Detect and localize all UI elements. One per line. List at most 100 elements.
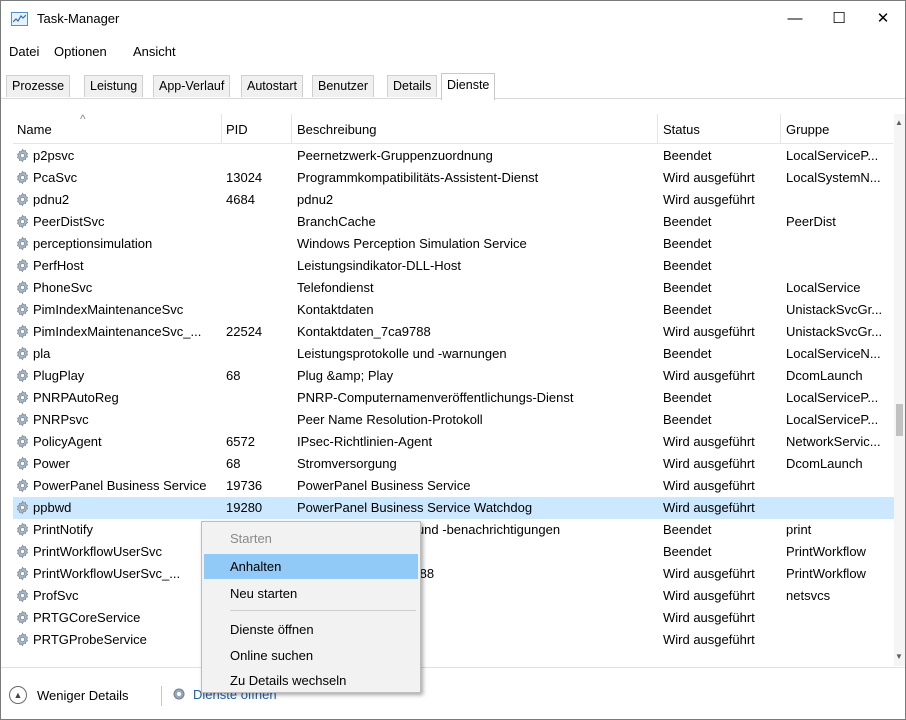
service-name: PhoneSvc [33,280,93,295]
table-row[interactable]: PlugPlay 68 Plug &amp; Play Wird ausgeführt… [13,365,897,387]
column-divider[interactable] [291,114,292,144]
gear-icon [15,500,30,515]
service-description: PowerPanel Business Service Watchdog [297,500,533,515]
service-status: Wird ausgeführt [663,192,755,207]
close-button[interactable]: ✕ [861,1,905,35]
service-group: LocalServiceP... [786,148,879,163]
column-header-pid[interactable]: PID [226,122,248,137]
menu-ansicht[interactable]: Ansicht [133,44,176,59]
table-row[interactable]: ppbwd 19280 PowerPanel Business Service Wa… [13,497,897,519]
scroll-up-icon[interactable]: ▲ [895,118,903,127]
service-status: Beendet [663,390,712,405]
service-name: pdnu2 [33,192,70,207]
scrollbar-thumb[interactable] [896,404,903,436]
vertical-scrollbar[interactable]: ▲ ▼ [894,114,905,666]
table-row[interactable]: pla Leistungsprotokolle und -warnungen Bee… [13,343,897,365]
gear-icon [15,434,30,449]
table-row[interactable]: pdnu2 4684 pdnu2 Wird ausgeführt [13,189,897,211]
column-divider[interactable] [221,114,222,144]
service-name: PrintWorkflowUserSvc_... [33,566,181,581]
ctx-stop[interactable]: Anhalten [204,554,418,579]
column-divider[interactable] [780,114,781,144]
ctx-go-to-details[interactable]: Zu Details wechseln [204,668,418,693]
service-status: Wird ausgeführt [663,456,755,471]
table-row[interactable]: PNRPAutoReg PNRP-Computernamenveröffentli… [13,387,897,409]
ctx-start[interactable]: Starten [204,526,418,551]
tab-leistung[interactable]: Leistung [84,75,144,97]
service-pid: 19280 [226,500,263,515]
tab-prozesse[interactable]: Prozesse [6,75,71,97]
menu-datei[interactable]: Datei [9,44,39,59]
tab-app-verlauf[interactable]: App-Verlauf [153,75,231,97]
service-name: PrintNotify [33,522,93,537]
table-row[interactable]: ProfSvcBenutzerprofildienstWird ausgefüh… [13,585,897,607]
service-description: BranchCache [297,214,376,229]
context-menu: Starten Anhalten Neu starten Dienste öff… [201,521,421,693]
table-row[interactable]: PcaSvc 13024 Programmkompatibilitäts-Assis… [13,167,897,189]
task-manager-window: Task-Manager — ☐ ✕ Datei Optionen Ansich… [0,0,906,720]
table-row[interactable]: PRTGProbeServicePRTG Probe ServiceWird a… [13,629,897,651]
service-description: IPsec-Richtlinien-Agent [297,434,433,449]
gear-icon [15,192,30,207]
service-status: Wird ausgeführt [663,566,755,581]
service-name: PowerPanel Business Service [33,478,207,493]
service-group: LocalServiceP... [786,390,879,405]
service-pid: 22524 [226,324,263,339]
service-pid: 6572 [226,434,255,449]
table-row[interactable]: PrintWorkflowUserSvc PrintWorkflow Beendet… [13,541,897,563]
service-pid: 68 [226,368,241,383]
service-name: PNRPAutoReg [33,390,119,405]
service-group: LocalService [786,280,861,295]
gear-icon [15,456,30,471]
column-header-name[interactable]: Name [17,122,52,137]
table-row[interactable]: PimIndexMaintenanceSvc_... 22524 Kontaktda… [13,321,897,343]
table-row[interactable]: PerfHost Leistungsindikator-DLL-Host Beend… [13,255,897,277]
column-header-status[interactable]: Status [663,122,700,137]
fewer-details-button[interactable]: ▲ Weniger Details [9,686,129,704]
service-group: UnistackSvcGr... [786,324,883,339]
service-group: NetworkServic... [786,434,881,449]
table-row[interactable]: PrintWorkflowUserSvc_...PrintWorkflow_7c… [13,563,897,585]
service-status: Beendet [663,302,712,317]
table-row[interactable]: PRTGCoreServicePRTG Core ServiceWird aus… [13,607,897,629]
table-row[interactable]: PolicyAgent 6572 IPsec-Richtlinien-Agent Wi… [13,431,897,453]
service-description: Programmkompatibilitäts-Assistent-Dienst [297,170,539,185]
table-row[interactable]: perceptionsimulation Windows Perception S… [13,233,897,255]
service-description: Telefondienst [297,280,374,295]
title-bar[interactable]: Task-Manager — ☐ ✕ [1,1,905,37]
ctx-restart[interactable]: Neu starten [204,581,418,606]
gear-icon [15,324,30,339]
table-row[interactable]: PimIndexMaintenanceSvc Kontaktdaten Beende… [13,299,897,321]
gear-icon [15,258,30,273]
table-row[interactable]: Power 68 Stromversorgung Wird ausgeführt Dco… [13,453,897,475]
ctx-open-services[interactable]: Dienste öffnen [204,617,418,642]
table-row[interactable]: PowerPanel Business Service 19736 PowerPan… [13,475,897,497]
gear-icon [15,346,30,361]
ctx-search-online[interactable]: Online suchen [204,643,418,668]
tab-dienste[interactable]: Dienste [441,73,496,100]
table-row[interactable]: PNRPsvc Peer Name Resolution-Protokoll Bee… [13,409,897,431]
scroll-down-icon[interactable]: ▼ [895,652,903,661]
gear-icon [15,170,30,185]
tab-autostart[interactable]: Autostart [241,75,304,97]
maximize-button[interactable]: ☐ [817,1,861,35]
menu-optionen[interactable]: Optionen [54,44,107,59]
chevron-up-circle-icon: ▲ [9,686,27,704]
service-description: pdnu2 [297,192,334,207]
column-header-group[interactable]: Gruppe [786,122,829,137]
tab-bar: Prozesse Leistung App-Verlauf Autostart … [1,71,905,100]
column-divider[interactable] [657,114,658,144]
table-row[interactable]: PeerDistSvc BranchCache Beendet PeerDist [13,211,897,233]
table-row[interactable]: PrintNotify Druckerweiterungen und -benac… [13,519,897,541]
tab-details[interactable]: Details [387,75,438,97]
table-row[interactable]: p2psvc Peernetzwerk-Gruppenzuordnung Beend… [13,145,897,167]
minimize-button[interactable]: — [773,1,817,35]
service-status: Wird ausgeführt [663,610,755,625]
tab-benutzer[interactable]: Benutzer [312,75,375,97]
menu-bar: Datei Optionen Ansicht [1,38,905,64]
service-status: Wird ausgeführt [663,324,755,339]
column-header-description[interactable]: Beschreibung [297,122,377,137]
table-header: Name ^ PID Beschreibung Status Gruppe [13,114,893,144]
service-name: PimIndexMaintenanceSvc [33,302,184,317]
table-row[interactable]: PhoneSvc Telefondienst Beendet LocalService [13,277,897,299]
